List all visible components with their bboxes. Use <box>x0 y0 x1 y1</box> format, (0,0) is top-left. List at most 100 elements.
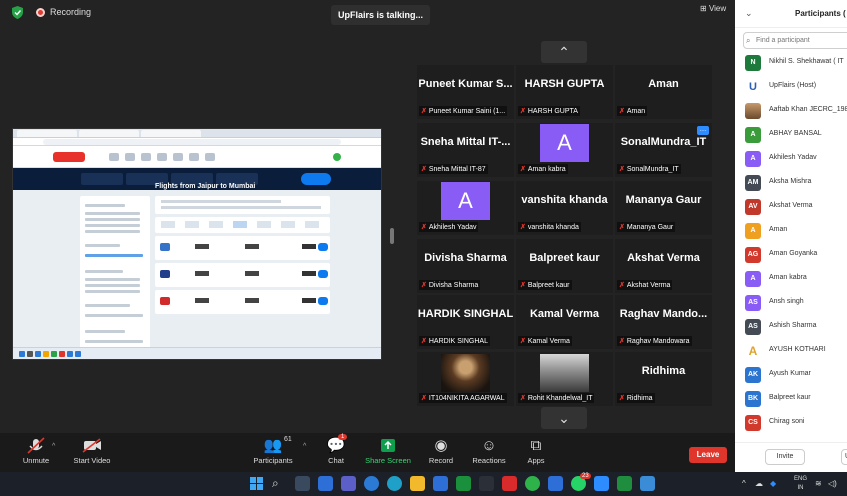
participant-row[interactable]: AS Ashish Sharma <box>735 315 847 339</box>
terminal-icon[interactable] <box>479 476 494 491</box>
participant-display-name: Divisha Sharma <box>424 252 507 264</box>
unmute-me-button[interactable]: U <box>841 449 847 465</box>
windows-start-icon[interactable] <box>249 476 264 491</box>
participant-name-label: ✗ IT104NIKITA AGARWAL <box>419 393 507 403</box>
participant-row[interactable]: AV Akshat Verma <box>735 195 847 219</box>
splitter-handle[interactable] <box>390 228 394 244</box>
widgets-icon[interactable] <box>318 476 333 491</box>
participant-tile[interactable]: ✗ IT104NIKITA AGARWAL <box>417 352 514 406</box>
participant-label-text: Raghav Mandowara <box>626 338 690 345</box>
participant-tile[interactable]: Sneha Mittal IT-... ✗ Sneha Mittal IT-87 <box>417 123 514 177</box>
panel-footer: Invite U <box>735 442 847 472</box>
participant-tile[interactable]: ✗ Rohit Khandelwal_IT <box>516 352 613 406</box>
participant-display-name: Akshat Verma <box>627 252 700 264</box>
apps-button[interactable]: ⧉ Apps <box>506 436 566 470</box>
chat-unread-badge: 1 <box>338 434 348 440</box>
participant-tile[interactable]: Balpreet kaur ✗ Balpreet kaur <box>516 239 613 293</box>
participant-tile[interactable]: Ridhima ✗ Ridhima <box>615 352 712 406</box>
start-video-button[interactable]: Start Video <box>62 436 122 470</box>
participant-avatar: A <box>745 127 761 143</box>
excel-icon[interactable] <box>617 476 632 491</box>
gallery-up-arrow[interactable]: ⌃ <box>541 41 587 63</box>
participant-row[interactable]: Aaftab Khan JECRC_198 <box>735 99 847 123</box>
muted-mic-icon: ✗ <box>421 108 427 115</box>
participant-tile[interactable]: HARSH GUPTA ✗ HARSH GUPTA <box>516 65 613 119</box>
tray-zoom-icon[interactable]: ◆ <box>770 479 776 488</box>
xbox-icon[interactable] <box>456 476 471 491</box>
participant-row[interactable]: A AYUSH KOTHARI <box>735 339 847 363</box>
wifi-icon[interactable]: ≋ <box>815 479 822 488</box>
participant-display-name: Raghav Mando... <box>619 308 708 320</box>
zoom-icon[interactable] <box>548 476 563 491</box>
share-screen-button[interactable]: Share Screen <box>358 436 418 470</box>
participant-row[interactable]: AS Ansh singh <box>735 291 847 315</box>
teams-icon[interactable] <box>341 476 356 491</box>
windows-taskbar: ⌕ 23 ^ ☁ ◆ ENG IN ≋ ◁) <box>0 472 847 496</box>
participant-name: UpFlairs (Host) <box>769 82 817 89</box>
participant-tile[interactable]: Kamal Verma ✗ Kamal Verma <box>516 295 613 349</box>
participant-row[interactable]: A Akhilesh Yadav <box>735 147 847 171</box>
participant-row[interactable]: A ABHAY BANSAL <box>735 123 847 147</box>
participants-button[interactable]: 👥 Participants <box>243 436 303 470</box>
participant-tile[interactable]: HARDIK SINGHAL ✗ HARDIK SINGHAL <box>417 295 514 349</box>
participant-label-text: Sneha Mittal IT-87 <box>428 166 486 173</box>
participant-tile[interactable]: Divisha Sharma ✗ Divisha Sharma <box>417 239 514 293</box>
language-indicator[interactable]: ENG IN <box>794 475 807 493</box>
participant-tile[interactable]: Raghav Mando... ✗ Raghav Mandowara <box>615 295 712 349</box>
gallery-down-arrow[interactable]: ⌄ <box>541 407 587 429</box>
participant-avatar: A <box>745 223 761 239</box>
participant-tile[interactable]: Akshat Verma ✗ Akshat Verma <box>615 239 712 293</box>
notes-icon[interactable] <box>594 476 609 491</box>
participant-tile[interactable]: Puneet Kumar S... ✗ Puneet Kumar Saini (1.… <box>417 65 514 119</box>
participant-row[interactable]: A Aman kabra <box>735 267 847 291</box>
task-view-icon[interactable] <box>295 476 310 491</box>
site-logo <box>53 152 85 162</box>
view-button[interactable]: ⊞ View <box>700 4 726 13</box>
participant-name-label: ✗ Puneet Kumar Saini (1... <box>419 106 508 116</box>
participant-row[interactable]: A Aman <box>735 219 847 243</box>
volume-icon[interactable]: ◁) <box>828 479 837 488</box>
participant-row[interactable]: AK Ayush Kumar <box>735 363 847 387</box>
participant-tile[interactable]: SonalMundra_IT… ✗ SonalMundra_IT <box>615 123 712 177</box>
unmute-button[interactable]: Unmute <box>6 436 66 470</box>
participant-tile[interactable]: vanshita khanda ✗ vanshita khanda <box>516 181 613 235</box>
meeting-top-bar: Recording UpFlairs is talking... ⊞ View <box>0 0 735 26</box>
photos-icon[interactable] <box>640 476 655 491</box>
edge-icon[interactable] <box>364 476 379 491</box>
participant-tile[interactable]: Aman ✗ Aman <box>615 65 712 119</box>
panel-header: ⌄ Participants ( <box>735 0 847 28</box>
participant-row[interactable]: N Nikhil S. Shekhawat ( IT <box>735 51 847 75</box>
file-explorer-icon[interactable] <box>410 476 425 491</box>
chevron-down-icon[interactable]: ⌄ <box>745 8 753 19</box>
participant-display-name: Balpreet kaur <box>529 252 600 264</box>
chat-button[interactable]: 💬 Chat <box>306 436 366 470</box>
app-icon[interactable] <box>502 476 517 491</box>
participant-row[interactable]: BK Balpreet kaur <box>735 387 847 411</box>
apps-label: Apps <box>527 456 545 465</box>
store-icon[interactable] <box>433 476 448 491</box>
chrome-icon[interactable] <box>525 476 540 491</box>
participant-avatar: CS <box>745 415 761 431</box>
tile-more-options-button[interactable]: … <box>697 126 709 135</box>
shared-screen[interactable]: Flights from Jaipur to Mumbai <box>12 128 382 360</box>
edge-browser-icon[interactable] <box>387 476 402 491</box>
tray-cloud-icon[interactable]: ☁ <box>755 479 763 488</box>
photo-avatar-icon <box>745 103 761 119</box>
invite-button[interactable]: Invite <box>765 449 805 465</box>
participant-row[interactable]: CS Chirag soni <box>735 411 847 435</box>
participant-row[interactable]: AM Aksha Mishra <box>735 171 847 195</box>
nav-icon <box>173 153 183 161</box>
participant-tile[interactable]: A ✗ Akhilesh Yadav <box>417 181 514 235</box>
apps-icon: ⧉ <box>530 437 542 454</box>
participant-search-input[interactable]: ⌕ Find a participant <box>743 32 847 49</box>
participant-row[interactable]: AG Aman Goyanka <box>735 243 847 267</box>
leave-button[interactable]: Leave <box>689 447 727 463</box>
search-icon[interactable]: ⌕ <box>272 476 287 491</box>
participant-name: Aman <box>769 226 788 233</box>
region-code: IN <box>797 485 804 491</box>
participant-row[interactable]: U UpFlairs (Host) <box>735 75 847 99</box>
participant-tile[interactable]: Mananya Gaur ✗ Mananya Gaur <box>615 181 712 235</box>
participant-tile[interactable]: A ✗ Aman kabra <box>516 123 613 177</box>
audio-options-caret-icon[interactable]: ^ <box>52 443 55 450</box>
tray-chevron-icon[interactable]: ^ <box>742 479 746 488</box>
